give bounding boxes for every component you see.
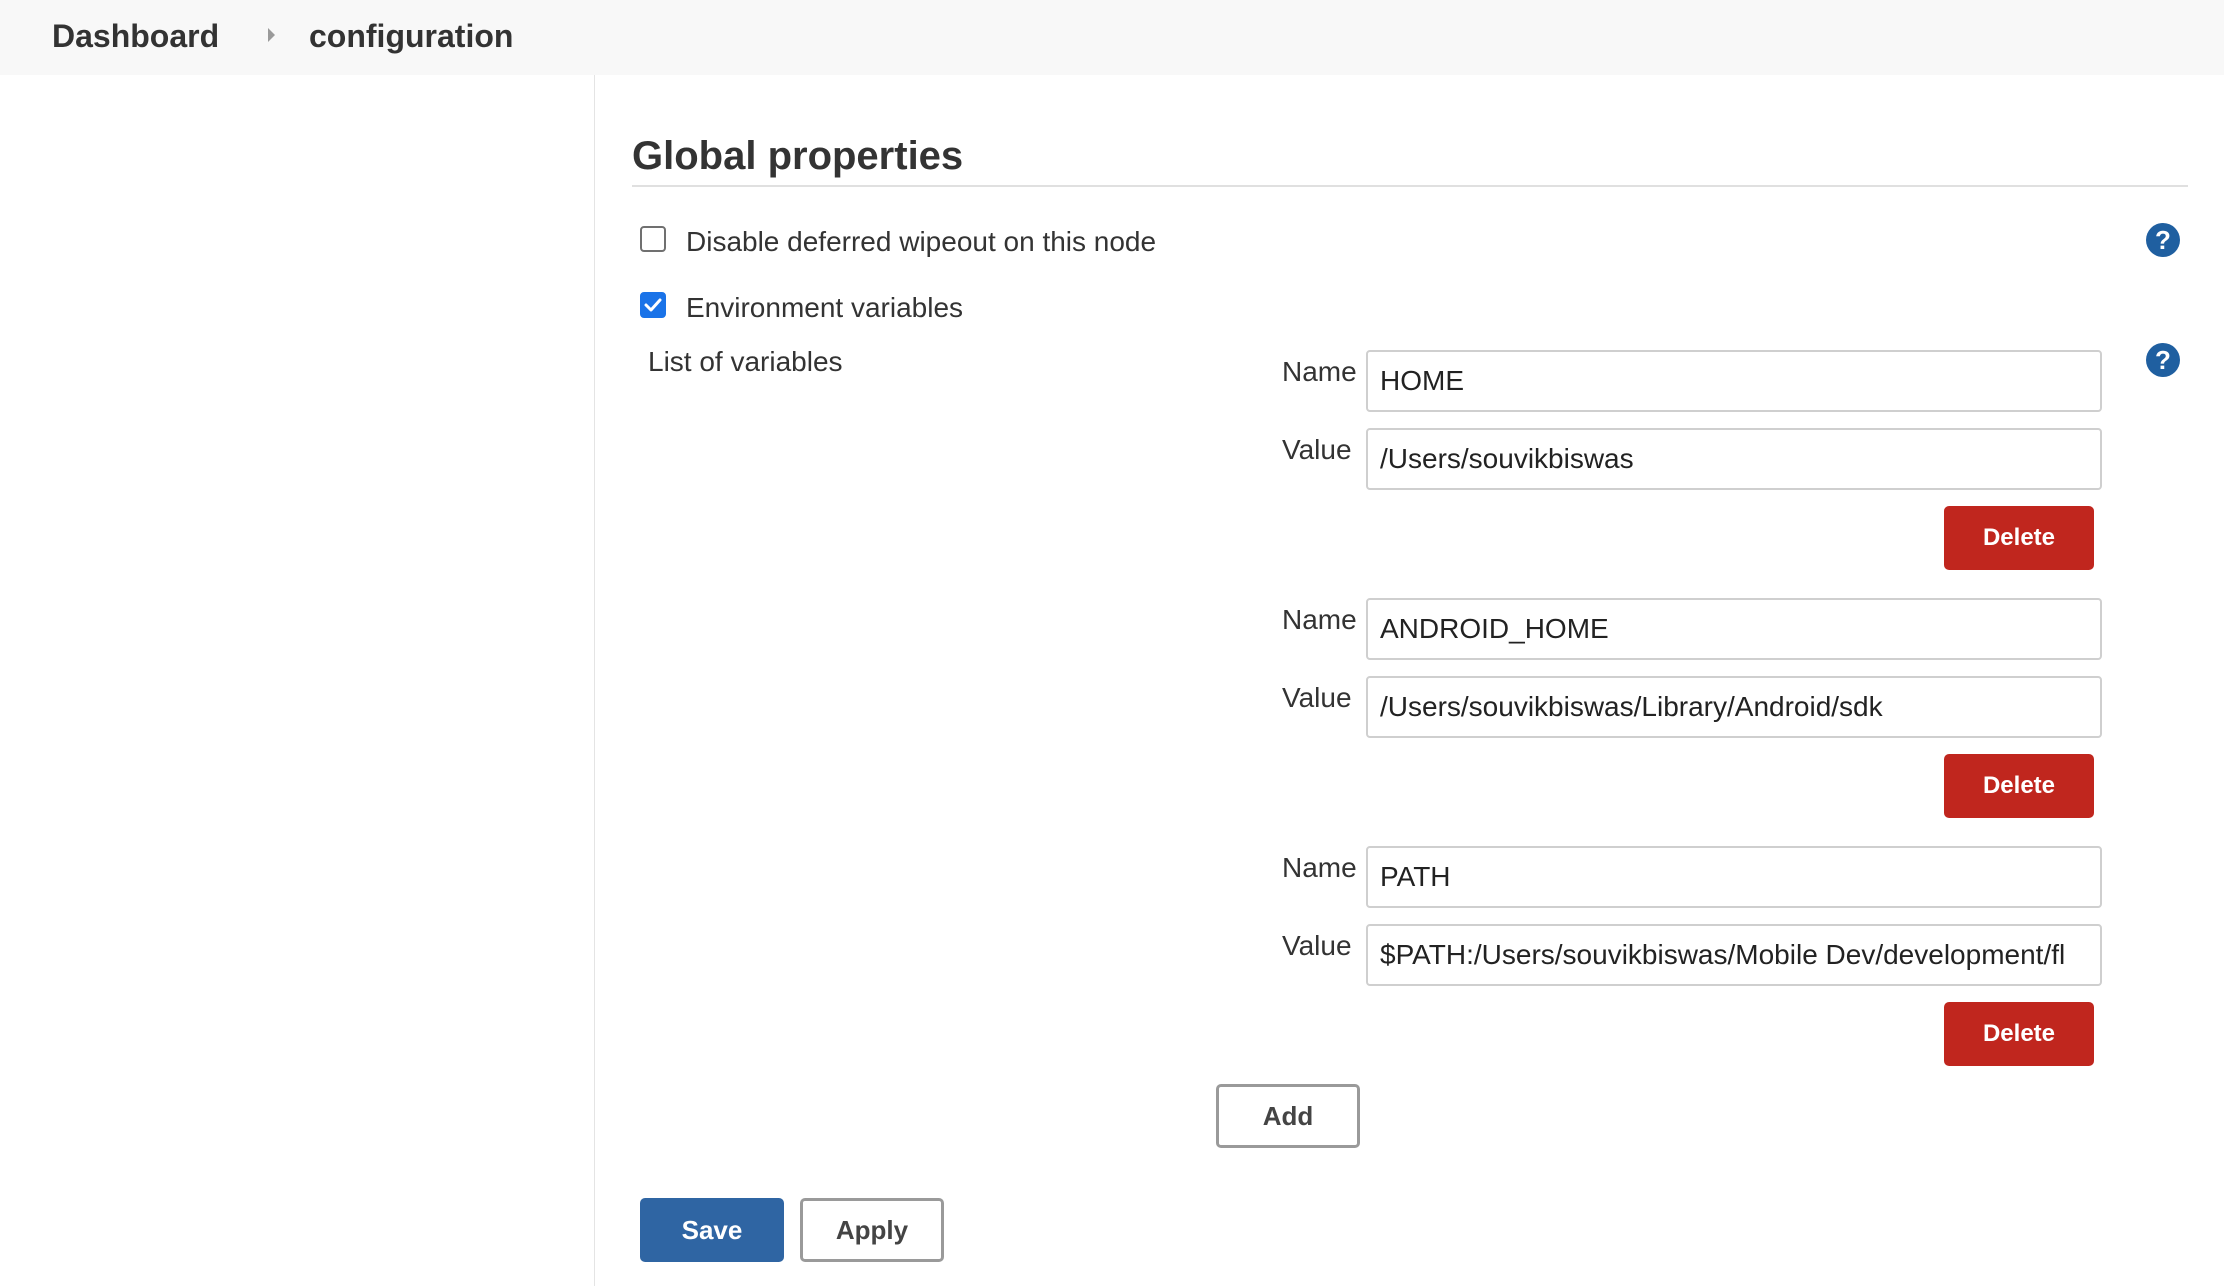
- environment-variables-label[interactable]: Environment variables: [686, 290, 963, 326]
- breadcrumb: Dashboard configuration: [0, 0, 2224, 75]
- apply-button[interactable]: Apply: [800, 1198, 944, 1262]
- disable-deferred-wipeout-label[interactable]: Disable deferred wipeout on this node: [686, 224, 1156, 260]
- env-var-value-label: Value: [1282, 682, 1352, 713]
- env-var-name-input[interactable]: [1366, 598, 2102, 660]
- env-var-name-label: Name: [1282, 356, 1357, 387]
- section-divider: [632, 185, 2188, 187]
- sidebar: [0, 75, 595, 1286]
- delete-button[interactable]: Delete: [1944, 1002, 2094, 1066]
- env-var-name-input[interactable]: [1366, 350, 2102, 412]
- env-var-value-input[interactable]: [1366, 924, 2102, 986]
- delete-button[interactable]: Delete: [1944, 754, 2094, 818]
- env-var-name-label: Name: [1282, 604, 1357, 635]
- save-button[interactable]: Save: [640, 1198, 784, 1262]
- help-icon[interactable]: ?: [2146, 343, 2180, 377]
- env-var-value-input[interactable]: [1366, 428, 2102, 490]
- chevron-right-icon: [268, 28, 275, 42]
- list-of-variables-label: List of variables: [648, 346, 843, 377]
- env-var-value-input[interactable]: [1366, 676, 2102, 738]
- disable-deferred-wipeout-checkbox[interactable]: [640, 226, 666, 252]
- env-var-name-label: Name: [1282, 852, 1357, 883]
- env-var-value-label: Value: [1282, 434, 1352, 465]
- add-variable-button[interactable]: Add: [1216, 1084, 1360, 1148]
- breadcrumb-configuration-link[interactable]: configuration: [309, 14, 513, 58]
- page-title: Global properties: [632, 134, 964, 178]
- delete-button[interactable]: Delete: [1944, 506, 2094, 570]
- breadcrumb-dashboard-link[interactable]: Dashboard: [52, 14, 219, 58]
- env-var-name-input[interactable]: [1366, 846, 2102, 908]
- help-icon[interactable]: ?: [2146, 223, 2180, 257]
- environment-variables-checkbox[interactable]: [640, 292, 666, 318]
- checkmark-icon: [644, 298, 662, 312]
- env-var-value-label: Value: [1282, 930, 1352, 961]
